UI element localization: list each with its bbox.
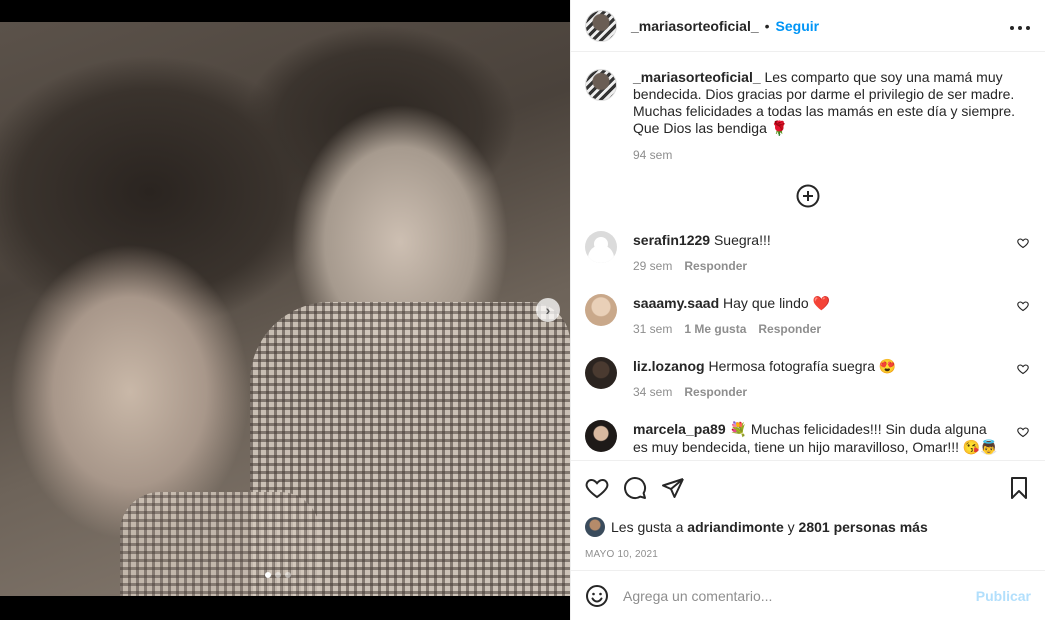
likes-prefix: Les gusta a: [611, 519, 684, 535]
post-panel: _mariasorteoficial_ • Seguir _mariasorte…: [570, 0, 1045, 620]
comment-item: liz.lozanog Hermosa fotografía suegra 😍 …: [585, 357, 1031, 420]
comment-likes[interactable]: 1 Me gusta: [684, 320, 746, 338]
action-icons: [585, 473, 1031, 503]
likes-conjunction: y: [787, 519, 795, 535]
more-options-icon[interactable]: [1009, 15, 1031, 36]
likes-summary: Les gusta a adriandimonte y 2801 persona…: [585, 517, 1031, 537]
load-more-comments: [585, 184, 1031, 211]
comment-item: serafin1229 Suegra!!! 29 sem Responder: [585, 231, 1031, 294]
comment-bubble-icon[interactable]: [623, 476, 647, 500]
follow-button[interactable]: Seguir: [776, 18, 820, 34]
caption-author-avatar[interactable]: [585, 69, 617, 101]
share-paper-plane-icon[interactable]: [661, 476, 685, 500]
comment-body: saaamy.saad Hay que lindo ❤️ 31 sem 1 Me…: [633, 294, 1031, 338]
save-bookmark-icon[interactable]: [1007, 476, 1031, 500]
reply-button[interactable]: Responder: [684, 257, 747, 275]
comment-body: serafin1229 Suegra!!! 29 sem Responder: [633, 231, 1031, 275]
header-separator: •: [764, 17, 770, 34]
plus-circle-icon[interactable]: [796, 184, 820, 211]
liker-username[interactable]: adriandimonte: [687, 519, 783, 535]
caption-author[interactable]: _mariasorteoficial_: [633, 69, 761, 85]
comment-time[interactable]: 34 sem: [633, 383, 672, 401]
commenter-avatar[interactable]: [585, 294, 617, 326]
author-avatar[interactable]: [585, 9, 617, 42]
comment-item: marcela_pa89 💐 Muchas felicidades!!! Sin…: [585, 420, 1031, 458]
next-image-chevron-icon[interactable]: ›: [536, 298, 560, 322]
liker-avatar[interactable]: [585, 517, 605, 537]
post-actions: Les gusta a adriandimonte y 2801 persona…: [571, 460, 1045, 560]
post-photo[interactable]: [0, 22, 570, 596]
comment-time[interactable]: 29 sem: [633, 257, 672, 275]
comment-text: Hay que lindo ❤️: [723, 295, 830, 311]
emoji-smiley-icon[interactable]: [585, 584, 609, 608]
comment-username[interactable]: serafin1229: [633, 232, 710, 248]
like-heart-icon[interactable]: [585, 476, 609, 500]
add-comment-bar: Publicar: [571, 570, 1045, 620]
comment-body: marcela_pa89 💐 Muchas felicidades!!! Sin…: [633, 420, 1031, 458]
reply-button[interactable]: Responder: [684, 383, 747, 401]
carousel-dot: [265, 572, 271, 578]
post-media: ›: [0, 0, 570, 620]
post-date[interactable]: MAYO 10, 2021: [585, 549, 1031, 560]
comments-list[interactable]: _mariasorteoficial_ Les comparto que soy…: [571, 53, 1045, 458]
post-caption: _mariasorteoficial_ Les comparto que soy…: [585, 69, 1031, 164]
comment-body: liz.lozanog Hermosa fotografía suegra 😍 …: [633, 357, 1031, 401]
photo-detail-shirt-2: [120, 492, 320, 596]
commenter-avatar[interactable]: [585, 357, 617, 389]
like-comment-heart-icon[interactable]: [1017, 363, 1029, 378]
comment-input[interactable]: [623, 587, 976, 604]
commenter-avatar[interactable]: [585, 420, 617, 452]
comment-item: saaamy.saad Hay que lindo ❤️ 31 sem 1 Me…: [585, 294, 1031, 357]
like-comment-heart-icon[interactable]: [1017, 237, 1029, 252]
like-comment-heart-icon[interactable]: [1017, 300, 1029, 315]
likes-count[interactable]: 2801 personas más: [799, 519, 928, 535]
comment-username[interactable]: marcela_pa89: [633, 421, 726, 437]
carousel-dots: [265, 572, 291, 578]
reply-button[interactable]: Responder: [758, 320, 821, 338]
caption-body: _mariasorteoficial_ Les comparto que soy…: [633, 69, 1031, 164]
comment-text: Suegra!!!: [713, 232, 771, 248]
comment-meta: 31 sem 1 Me gusta Responder: [633, 320, 1005, 338]
post-header: _mariasorteoficial_ • Seguir: [571, 0, 1045, 52]
comment-meta: 29 sem Responder: [633, 257, 1005, 275]
comment-time[interactable]: 31 sem: [633, 320, 672, 338]
comment-meta: 34 sem Responder: [633, 383, 1005, 401]
carousel-dot: [285, 572, 291, 578]
commenter-avatar[interactable]: [585, 231, 617, 263]
comment-username[interactable]: saaamy.saad: [633, 295, 719, 311]
like-comment-heart-icon[interactable]: [1017, 426, 1029, 441]
carousel-dot: [275, 572, 281, 578]
comment-username[interactable]: liz.lozanog: [633, 358, 705, 374]
post-comment-button[interactable]: Publicar: [976, 588, 1031, 604]
author-username[interactable]: _mariasorteoficial_: [631, 18, 759, 34]
caption-time[interactable]: 94 sem: [633, 147, 1031, 164]
comment-text: Hermosa fotografía suegra 😍: [708, 358, 897, 374]
